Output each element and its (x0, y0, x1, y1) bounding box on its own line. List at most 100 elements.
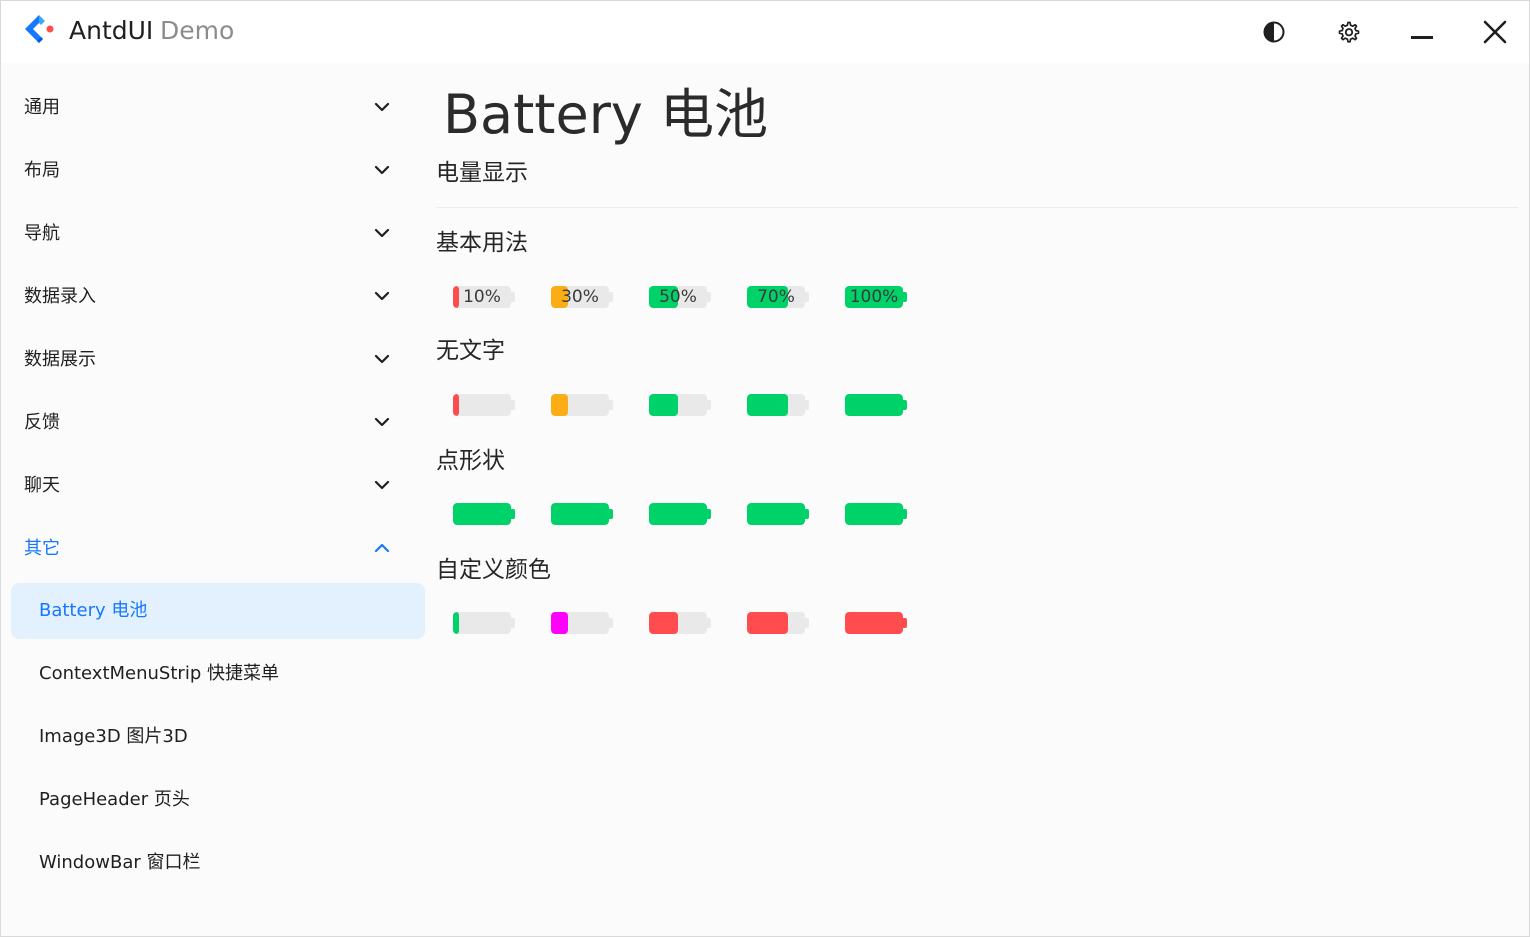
battery-level-fill (551, 394, 568, 416)
battery-cap (706, 400, 711, 410)
battery-body (453, 612, 511, 634)
chevron-down-icon (374, 165, 390, 175)
battery-body (845, 394, 903, 416)
sidebar-item-layout[interactable]: 布局 (11, 143, 425, 199)
gear-icon (1338, 21, 1360, 43)
battery-indicator: 30% (551, 286, 613, 308)
battery-level-fill (845, 394, 903, 416)
battery-body (453, 394, 511, 416)
sidebar-item-label: 其它 (24, 538, 60, 559)
window-titlebar[interactable]: AntdUI Demo (1, 1, 1529, 63)
battery-indicator: 50% (649, 286, 711, 308)
battery-level-fill (453, 394, 459, 416)
chevron-down-icon (374, 291, 390, 301)
battery-indicator: 70% (747, 286, 809, 308)
battery-body (453, 503, 511, 525)
app-subtitle: Demo (160, 16, 235, 45)
battery-cap (902, 400, 907, 410)
theme-toggle-button[interactable] (1254, 12, 1294, 52)
battery-body (649, 503, 707, 525)
battery-cap (706, 509, 711, 519)
battery-indicator (845, 612, 907, 634)
battery-body (551, 503, 609, 525)
close-button[interactable] (1475, 12, 1515, 52)
minimize-icon (1411, 36, 1433, 39)
sidebar-subitem-context-menu-strip[interactable]: ContextMenuStrip 快捷菜单 (11, 646, 425, 702)
battery-cap (902, 618, 907, 628)
sidebar-item-label: 聊天 (24, 475, 60, 496)
sidebar-subitem-page-header[interactable]: PageHeader 页头 (11, 772, 425, 828)
sidebar-subitem-image3d[interactable]: Image3D 图片3D (11, 709, 425, 765)
battery-cap (608, 400, 613, 410)
app-window: AntdUI Demo 通用 布局 导航 数据录入 数据展示 反馈 聊天 其它 … (0, 0, 1530, 937)
battery-body (747, 503, 805, 525)
battery-cap (510, 509, 515, 519)
group-title-basic: 基本用法 (436, 230, 528, 256)
battery-body (845, 503, 903, 525)
contrast-icon (1263, 21, 1285, 43)
battery-text: 50% (659, 287, 697, 307)
chevron-down-icon (374, 480, 390, 490)
sidebar-item-other[interactable]: 其它 (11, 521, 425, 577)
battery-cap (510, 618, 515, 628)
battery-level-fill (551, 503, 609, 525)
sidebar-subitem-window-bar[interactable]: WindowBar 窗口栏 (11, 835, 425, 891)
battery-indicator (551, 394, 613, 416)
battery-level-fill (747, 394, 788, 416)
section-title: 电量显示 (436, 160, 528, 186)
sidebar-item-label: 数据录入 (24, 286, 96, 307)
battery-indicator (453, 394, 515, 416)
battery-cap (804, 618, 809, 628)
sidebar-subitem-label: PageHeader 页头 (39, 789, 190, 810)
battery-cap (902, 509, 907, 519)
sidebar-subitem-label: Image3D 图片3D (39, 726, 188, 747)
sidebar-subitem-battery[interactable]: Battery 电池 (11, 583, 425, 639)
battery-text: 30% (561, 287, 599, 307)
sidebar-subitem-label: Battery 电池 (39, 600, 148, 621)
battery-cap (510, 400, 515, 410)
sidebar-item-label: 布局 (24, 160, 60, 181)
battery-level-fill (649, 394, 678, 416)
battery-cap (608, 509, 613, 519)
battery-indicator (453, 612, 515, 634)
sidebar-item-data-display[interactable]: 数据展示 (11, 332, 425, 388)
sidebar-item-label: 导航 (24, 223, 60, 244)
battery-indicator (747, 503, 809, 525)
sidebar-subitem-label: WindowBar 窗口栏 (39, 852, 201, 873)
battery-level-fill (747, 612, 788, 634)
battery-body (747, 612, 805, 634)
group-title-custom-color: 自定义颜色 (436, 557, 551, 583)
battery-cap (608, 618, 613, 628)
sidebar-item-feedback[interactable]: 反馈 (11, 395, 425, 451)
battery-indicator (649, 503, 711, 525)
chevron-down-icon (374, 417, 390, 427)
sidebar-item-general[interactable]: 通用 (11, 80, 425, 136)
battery-indicator: 100% (845, 286, 907, 308)
battery-text: 70% (757, 287, 795, 307)
battery-level-fill (453, 612, 459, 634)
battery-text: 100% (849, 287, 899, 307)
battery-cap (804, 400, 809, 410)
battery-body (649, 612, 707, 634)
battery-cap (706, 618, 711, 628)
sidebar-item-label: 反馈 (24, 412, 60, 433)
sidebar-item-data-entry[interactable]: 数据录入 (11, 269, 425, 325)
battery-indicator: 10% (453, 286, 515, 308)
battery-indicator (551, 503, 613, 525)
battery-level-fill (551, 612, 568, 634)
sidebar-item-chat[interactable]: 聊天 (11, 458, 425, 514)
battery-body (551, 612, 609, 634)
sidebar-item-label: 数据展示 (24, 349, 96, 370)
battery-level-fill (845, 503, 903, 525)
battery-indicator (551, 612, 613, 634)
sidebar-item-navigation[interactable]: 导航 (11, 206, 425, 262)
battery-body (551, 394, 609, 416)
battery-indicator (649, 612, 711, 634)
sidebar-item-label: 通用 (24, 97, 60, 118)
battery-body (845, 612, 903, 634)
minimize-button[interactable] (1402, 12, 1442, 52)
antdui-logo-icon (25, 15, 54, 43)
page-title: Battery 电池 (443, 83, 769, 146)
sidebar-subitem-label: ContextMenuStrip 快捷菜单 (39, 663, 279, 684)
settings-button[interactable] (1329, 12, 1369, 52)
